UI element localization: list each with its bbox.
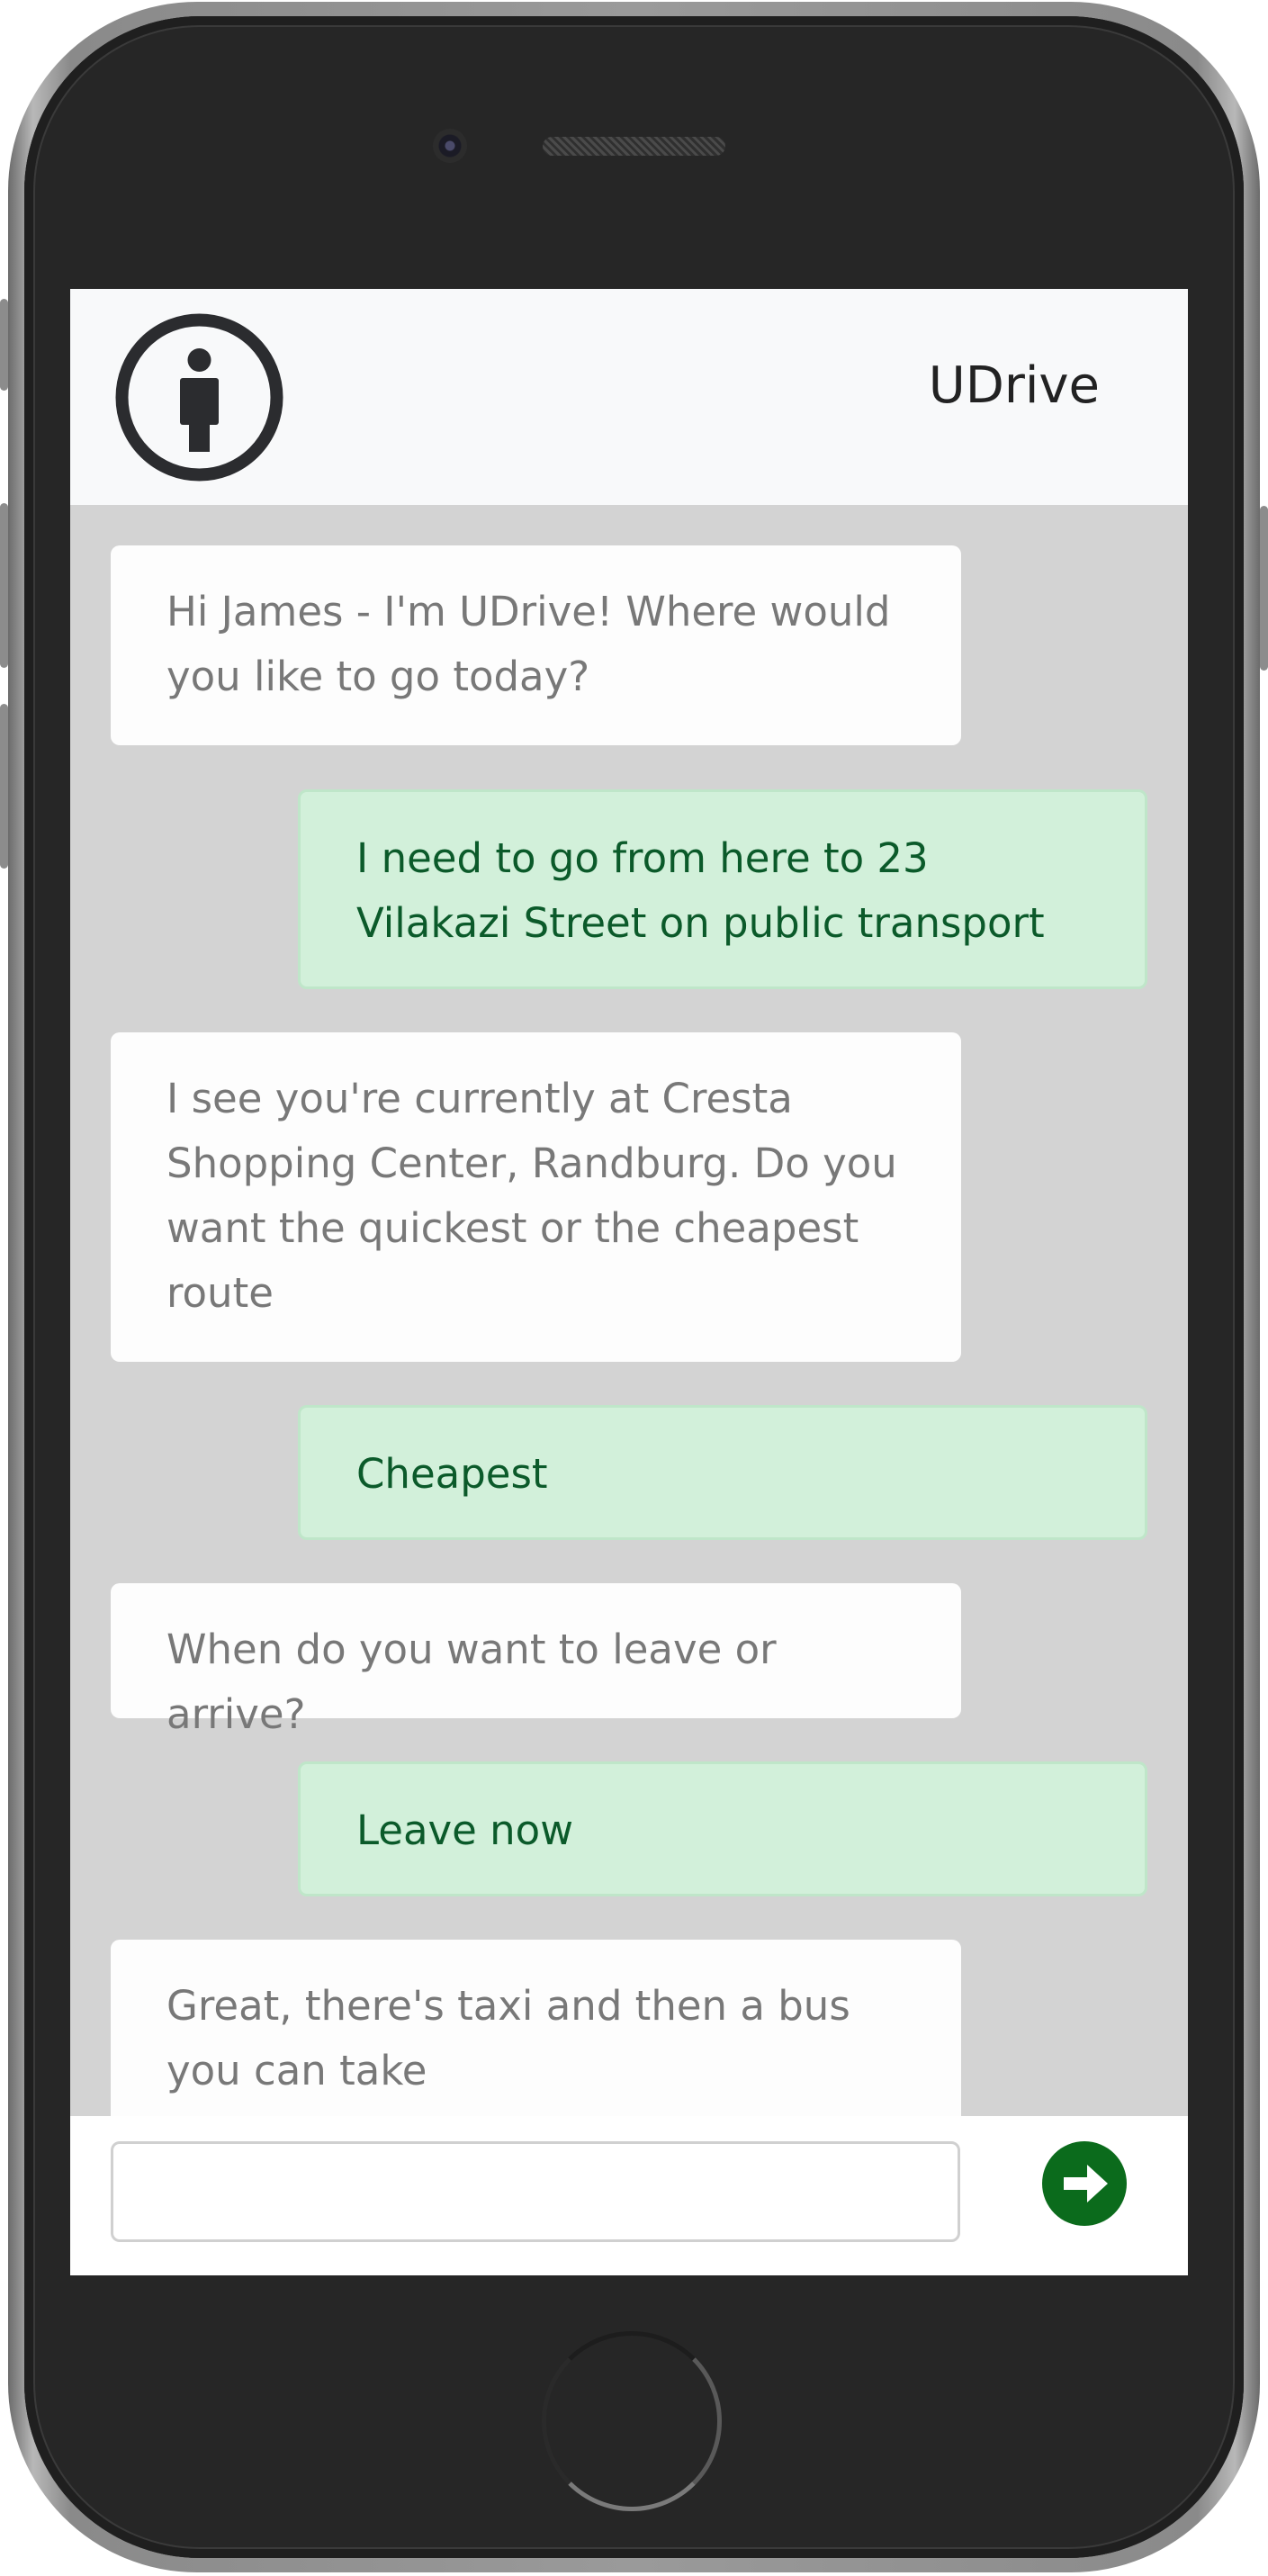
app-title: UDrive (928, 356, 1100, 415)
message-text: I see you're currently at Cresta Shoppin… (166, 1075, 897, 1317)
volume-down-button (0, 704, 8, 869)
mute-switch (0, 299, 8, 391)
user-message: I need to go from here to 23 Vilakazi St… (298, 789, 1147, 989)
user-message: Cheapest (298, 1405, 1147, 1540)
user-message: Leave now (298, 1761, 1147, 1896)
person-info-icon (115, 313, 283, 482)
chat-thread: Hi James - I'm UDrive! Where would you l… (70, 505, 1188, 2116)
message-text: I need to go from here to 23 Vilakazi St… (356, 834, 1045, 947)
power-button (1260, 506, 1268, 671)
earpiece-speaker (543, 137, 725, 156)
bot-message: I see you're currently at Cresta Shoppin… (111, 1032, 961, 1362)
message-input[interactable] (111, 2141, 960, 2242)
bot-message: Great, there's taxi and then a bus you c… (111, 1940, 961, 2116)
send-button[interactable] (1042, 2141, 1127, 2226)
arrow-right-circle-icon (1042, 2165, 1127, 2229)
volume-up-button (0, 503, 8, 668)
front-camera (433, 129, 467, 163)
bot-message: Hi James - I'm UDrive! Where would you l… (111, 545, 961, 745)
message-text: Hi James - I'm UDrive! Where would you l… (166, 588, 891, 700)
app-header: UDrive (70, 289, 1188, 505)
app-screen: UDrive Hi James - I'm UDrive! Where woul… (70, 289, 1188, 2275)
message-text: Great, there's taxi and then a bus you c… (166, 1982, 850, 2094)
bot-message: When do you want to leave or arrive? (111, 1583, 961, 1738)
message-text: Cheapest (356, 1450, 548, 1498)
composer-bar (70, 2116, 1188, 2275)
home-button[interactable] (542, 2331, 722, 2511)
message-text: When do you want to leave or arrive? (166, 1626, 777, 1738)
message-text: Leave now (356, 1806, 574, 1854)
